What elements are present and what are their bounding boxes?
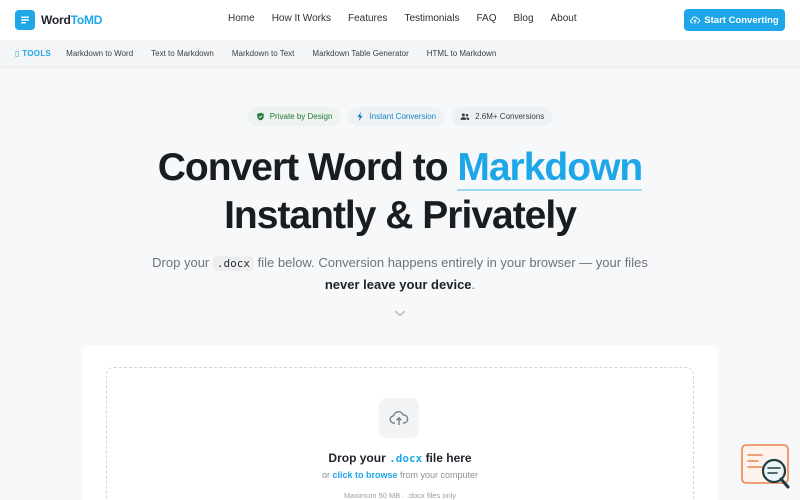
badge-instant: Instant Conversion xyxy=(348,107,445,126)
badge-private: Private by Design xyxy=(247,107,341,126)
users-icon xyxy=(460,113,470,120)
start-converting-label: Start Converting xyxy=(704,14,779,26)
help-widget[interactable] xyxy=(740,443,792,493)
file-dropzone[interactable]: Drop your .docx file here or click to br… xyxy=(106,367,694,500)
hero-title-highlight: Markdown xyxy=(457,146,643,191)
nav-home[interactable]: Home xyxy=(228,13,255,24)
nav-blog[interactable]: Blog xyxy=(513,13,533,24)
nav-how-it-works[interactable]: How It Works xyxy=(272,13,331,24)
chat-search-icon xyxy=(741,444,790,489)
dropzone-subtitle: or click to browse from your computer xyxy=(321,470,479,480)
upload-cloud-icon xyxy=(379,398,419,438)
chevron-down-icon[interactable] xyxy=(393,305,407,323)
hero-subtitle: Drop your .docx file below. Conversion h… xyxy=(152,255,648,292)
hero-title: Convert Word to Markdown Instantly & Pri… xyxy=(157,146,643,237)
tools-label: ▯ TOOLS xyxy=(15,49,52,58)
badge-conversions: 2.6M+ Conversions xyxy=(452,107,553,126)
document-lines-icon xyxy=(15,10,35,30)
feature-badges: Private by Design Instant Conversion 2.6… xyxy=(0,107,800,126)
top-header: WordToMD Home How It Works Features Test… xyxy=(0,0,800,40)
tool-html-to-markdown[interactable]: HTML to Markdown xyxy=(427,49,497,58)
upload-card: Drop your .docx file here or click to br… xyxy=(82,345,718,500)
shield-check-icon xyxy=(256,112,264,121)
nav-about[interactable]: About xyxy=(551,13,577,24)
main-nav: Home How It Works Features Testimonials … xyxy=(228,13,594,24)
start-converting-button[interactable]: Start Converting xyxy=(684,9,785,31)
tool-markdown-table-generator[interactable]: Markdown Table Generator xyxy=(312,49,408,58)
tools-bar: ▯ TOOLS Markdown to Word Text to Markdow… xyxy=(0,40,800,68)
nav-features[interactable]: Features xyxy=(348,13,387,24)
tool-markdown-to-word[interactable]: Markdown to Word xyxy=(66,49,133,58)
browse-link[interactable]: click to browse xyxy=(332,470,397,480)
lightning-icon xyxy=(357,112,364,121)
dropzone-title: Drop your .docx file here xyxy=(328,451,472,465)
upload-cloud-icon xyxy=(690,16,701,24)
docx-code: .docx xyxy=(212,256,254,271)
tool-markdown-to-text[interactable]: Markdown to Text xyxy=(232,49,295,58)
brand[interactable]: WordToMD xyxy=(15,10,102,30)
tool-text-to-markdown[interactable]: Text to Markdown xyxy=(151,49,214,58)
brand-name: WordToMD xyxy=(41,13,103,27)
dropzone-max-size: Maximum 50 MB · .docx files only xyxy=(343,491,457,500)
nav-faq[interactable]: FAQ xyxy=(476,13,496,24)
nav-testimonials[interactable]: Testimonials xyxy=(404,13,459,24)
